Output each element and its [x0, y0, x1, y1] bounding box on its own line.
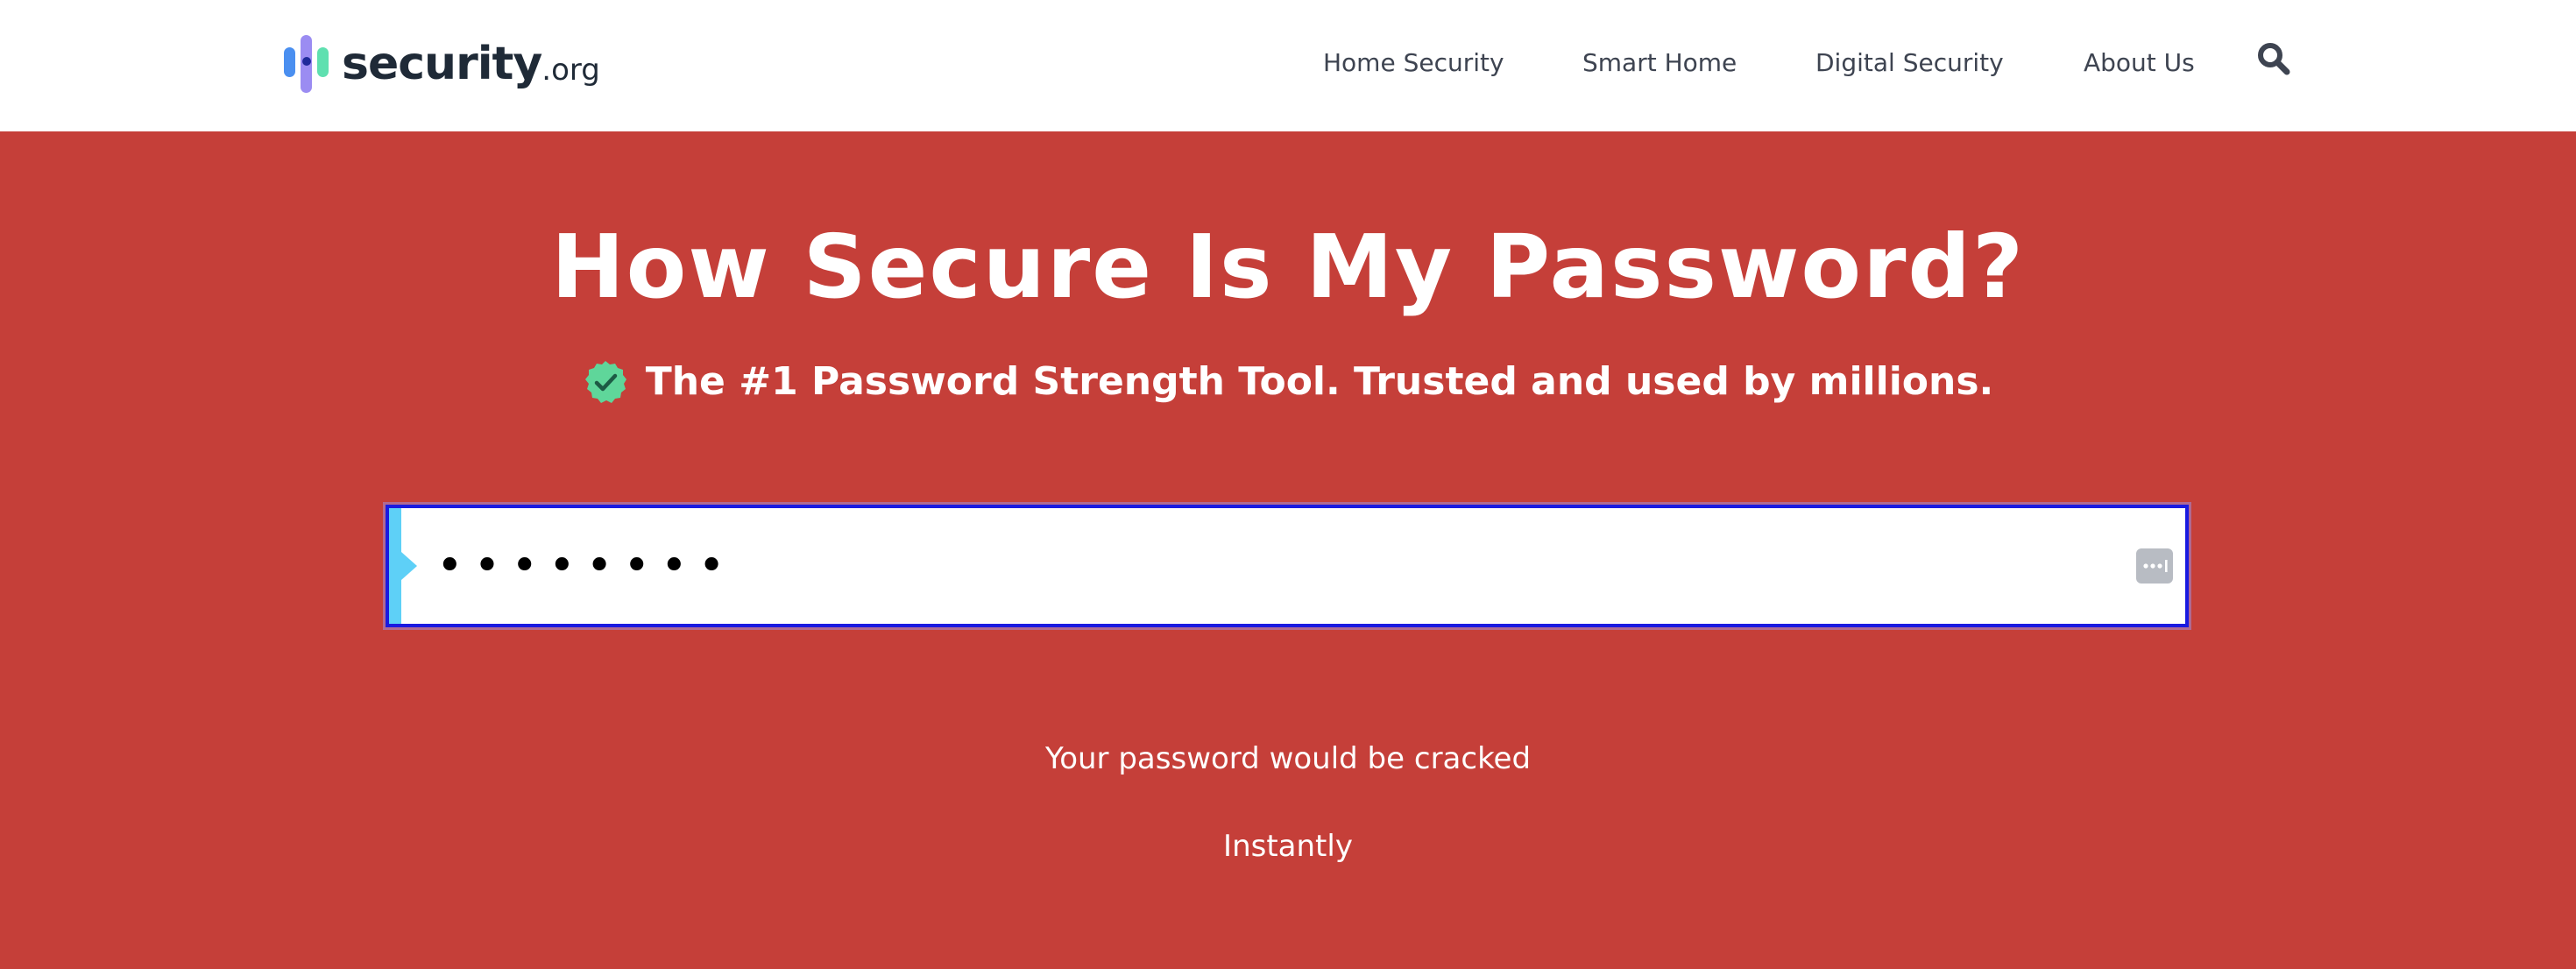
- subtitle-text: The #1 Password Strength Tool. Trusted a…: [645, 359, 1994, 404]
- nav-smart-home[interactable]: Smart Home: [1582, 46, 1737, 81]
- logo-bars-icon: [284, 35, 335, 93]
- hero-section: How Secure Is My Password? The #1 Passwo…: [0, 131, 2576, 969]
- site-logo[interactable]: security .org: [284, 35, 600, 93]
- password-manager-icon[interactable]: [2136, 548, 2173, 584]
- crack-time-value: Instantly: [1223, 829, 1353, 864]
- logo-tld: .org: [541, 53, 600, 88]
- password-field-container[interactable]: [386, 505, 2189, 627]
- subtitle-row: The #1 Password Strength Tool. Trusted a…: [0, 356, 2576, 408]
- nav-digital-security[interactable]: Digital Security: [1815, 46, 2004, 81]
- password-input[interactable]: [436, 534, 2101, 598]
- verified-check-icon: [584, 361, 626, 403]
- crack-time-label: Your password would be cracked: [1044, 741, 1532, 776]
- page-title: How Secure Is My Password?: [550, 216, 2026, 318]
- nav-home-security[interactable]: Home Security: [1323, 46, 1504, 81]
- logo-word: security: [342, 38, 542, 90]
- site-header: security .org Home Security Smart Home D…: [0, 0, 2576, 131]
- search-icon[interactable]: [2257, 42, 2292, 81]
- nav-about-us[interactable]: About Us: [2084, 46, 2195, 81]
- input-accent-bar: [389, 508, 401, 624]
- input-accent-pointer: [401, 552, 417, 580]
